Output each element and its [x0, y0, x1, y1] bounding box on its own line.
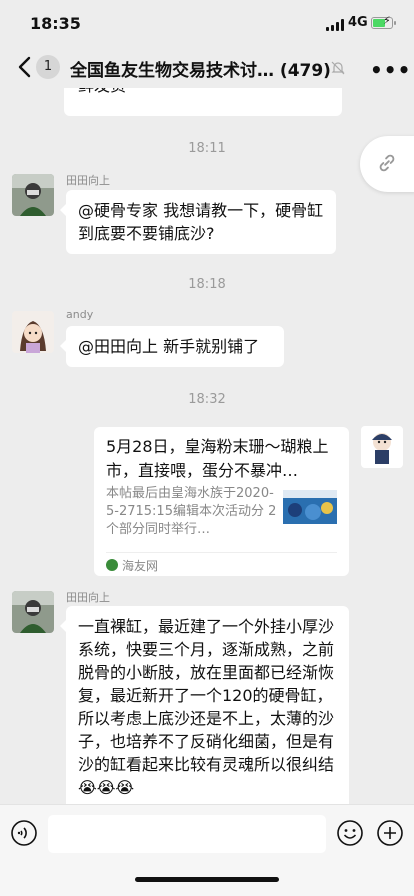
status-time: 18:35 [30, 14, 81, 33]
network-label: 4G [348, 15, 368, 30]
member-count: (479) [279, 61, 330, 81]
sender-name: 田田向上 [66, 174, 110, 187]
link-card[interactable]: 5月28日，皇海粉末珊～瑚粮上市，直接喂，蛋分不暴冲… 本帖最后由皇海水族于20… [94, 427, 349, 576]
timestamp: 18:11 [188, 141, 226, 156]
avatar[interactable] [12, 174, 54, 216]
chat-title-text: 全国鱼友生物交易技术讨… [70, 61, 274, 81]
message-text: @硬骨专家 我想请教一下，硬骨缸到底要不要铺底沙? [78, 201, 324, 243]
message-text: @田田向上 新手就别铺了 [78, 337, 260, 356]
source-logo-icon [106, 559, 118, 571]
chat-title: 全国鱼友生物交易技术讨… (479) [70, 56, 330, 81]
home-indicator [135, 877, 279, 882]
charging-icon: ⚡ [383, 14, 391, 27]
message-bubble[interactable]: @硬骨专家 我想请教一下，硬骨缸到底要不要铺底沙? [60, 190, 336, 254]
plus-circle-icon[interactable] [376, 819, 404, 847]
message-input[interactable] [48, 815, 326, 853]
message-bubble[interactable]: 一直裸缸，最近建了一个外挂小厚沙系统，快要三个月，逐渐成熟，之前脱骨的小断肢，放… [60, 606, 349, 804]
status-bar: 18:35 4G ⚡ [0, 0, 414, 46]
chat-messages[interactable]: 鲜发货 18:11 田田向上 @硬骨专家 我想请教一下，硬骨缸到底要不要铺底沙?… [0, 88, 414, 804]
message-bubble[interactable]: @田田向上 新手就别铺了 [60, 326, 284, 367]
link-card-source: 海友网 [106, 557, 158, 574]
signal-icon [326, 19, 344, 31]
link-card-title: 5月28日，皇海粉末珊～瑚粮上市，直接喂，蛋分不暴冲… [106, 437, 329, 480]
divider [106, 552, 337, 553]
timestamp: 18:18 [188, 277, 226, 292]
avatar[interactable] [12, 591, 54, 633]
link-card-source-name: 海友网 [122, 559, 159, 573]
timestamp: 18:32 [188, 392, 226, 407]
message-bubble-partial[interactable]: 鲜发货 [64, 88, 342, 116]
chevron-left-icon[interactable] [14, 54, 36, 80]
more-dots-icon[interactable]: ••• [370, 58, 411, 82]
voice-icon[interactable] [10, 819, 38, 847]
bell-off-icon [330, 60, 346, 76]
chat-header: 1 全国鱼友生物交易技术讨… (479) ••• [0, 46, 414, 88]
message-text: 鲜发货 [78, 88, 126, 97]
unread-badge[interactable]: 1 [36, 55, 60, 79]
emoji-icon[interactable] [336, 819, 364, 847]
avatar-self[interactable] [361, 426, 403, 468]
sender-name: 田田向上 [66, 591, 110, 604]
link-card-thumbnail [283, 490, 337, 524]
message-text: 一直裸缸，最近建了一个外挂小厚沙系统，快要三个月，逐渐成熟，之前脱骨的小断肢，放… [78, 617, 335, 797]
sender-name: andy [66, 308, 94, 321]
link-card-description: 本帖最后由皇海水族于2020-5-2715:15编辑本次活动分 2个部分同时举行… [106, 486, 277, 537]
input-bar [0, 804, 414, 896]
avatar[interactable] [12, 311, 54, 353]
